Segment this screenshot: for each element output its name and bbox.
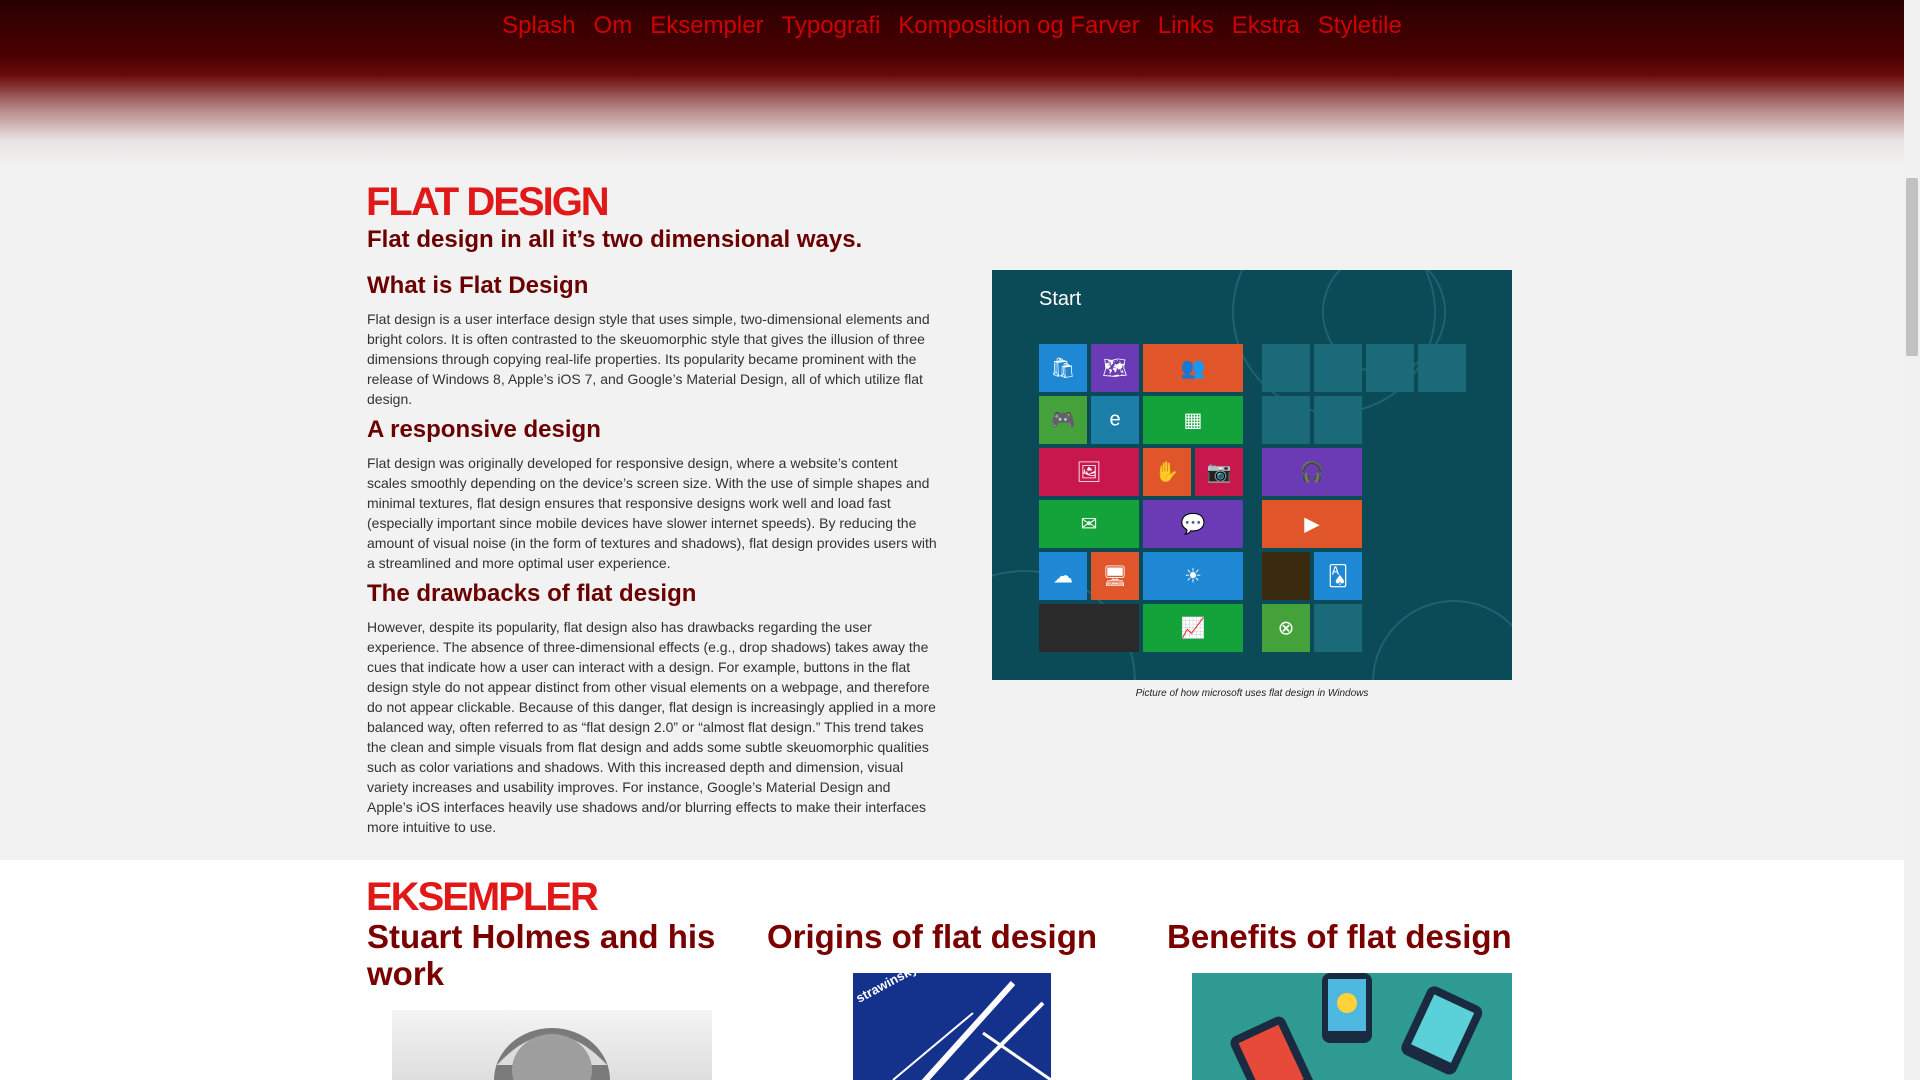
music-tile: 🎧: [1262, 448, 1362, 496]
decor-circle: [1372, 600, 1512, 680]
photos-tile: 🖼: [1039, 448, 1139, 496]
nav-link-splash[interactable]: Splash: [494, 12, 583, 40]
scrollbar-thumb[interactable]: [1906, 178, 1918, 356]
main-nav: Splash Om Eksempler Typografi Komposition og…: [0, 12, 1904, 40]
drawbacks-heading: The drawbacks of flat design: [367, 580, 697, 607]
solitaire-tile: 🂡: [1314, 552, 1362, 600]
people-tile: 👥: [1143, 344, 1243, 392]
vertical-scrollbar[interactable]: [1904, 0, 1920, 1080]
what-is-text: Flat design is a user interface design s…: [367, 311, 930, 407]
responsive-heading: A responsive design: [367, 416, 601, 443]
origins-poster[interactable]: strawinsky: [853, 973, 1051, 1080]
benefits-illustration[interactable]: [1192, 973, 1512, 1080]
skydrive-tile: ☁: [1039, 552, 1087, 600]
poster-text: strawinsky: [853, 973, 920, 1006]
store-tile: 🛍: [1039, 344, 1087, 392]
simpleftp-tile: [1314, 604, 1362, 652]
calendar-tile: ▦: [1143, 396, 1243, 444]
stuart-holmes-title[interactable]: Stuart Holmes and his work: [367, 918, 727, 992]
windows-start-screen-image: Start 🛍 🗺 👥 🎮 e ▦ 🖼 ✋ 📷 ✉ 💬 ☁ 🖥 ☀ 📈 🎧 ▶ …: [992, 270, 1512, 680]
weather-tile: ☀: [1143, 552, 1243, 600]
explorer-tile: [1418, 344, 1466, 392]
game-tile: [1262, 552, 1310, 600]
desktop-tile: [1039, 604, 1139, 652]
xbox-companion-tile: ⊗: [1262, 604, 1310, 652]
outlook-tile: [1262, 344, 1310, 392]
image-caption: Picture of how microsoft uses flat desig…: [1135, 688, 1369, 699]
nav-link-links[interactable]: Links: [1147, 12, 1222, 40]
stuart-holmes-photo[interactable]: [392, 1010, 712, 1080]
maps-tile: 🗺: [1091, 344, 1139, 392]
camera-tile: 📷: [1195, 448, 1243, 496]
finance-tile: 📈: [1143, 604, 1243, 652]
flat-design-subtitle: Flat design in all it’s two dimensional …: [367, 226, 863, 253]
nav-link-typografi[interactable]: Typografi: [771, 12, 889, 40]
eksempler-heading: EKSEMPLER: [366, 875, 599, 919]
nav-link-komposition[interactable]: Komposition og Farver: [888, 12, 1147, 40]
firefox-tile: [1366, 344, 1414, 392]
reader-tile: ✋: [1143, 448, 1191, 496]
nav-link-styletile[interactable]: Styletile: [1307, 12, 1410, 40]
benefits-title[interactable]: Benefits of flat design: [1167, 918, 1527, 955]
flat-design-heading: FLAT DESIGN: [366, 180, 610, 224]
nav-link-ekstra[interactable]: Ekstra: [1221, 12, 1308, 40]
what-is-heading: What is Flat Design: [367, 272, 589, 299]
video-tile: ▶: [1262, 500, 1362, 548]
flat-design-section: [0, 165, 1904, 860]
start-label: Start: [1039, 288, 1082, 310]
phones-illustration: [1230, 973, 1483, 1080]
origins-title[interactable]: Origins of flat design: [767, 918, 1127, 955]
photoshop-tile: [1262, 396, 1310, 444]
internet-explorer-tile: e: [1091, 396, 1139, 444]
drawbacks-text: However, despite its popularity, flat de…: [367, 619, 936, 835]
remote-desktop-tile: 🖥: [1091, 552, 1139, 600]
portrait-illustration: [494, 1028, 610, 1080]
vdp-tile: [1314, 396, 1362, 444]
messaging-tile: 💬: [1143, 500, 1243, 548]
mail-tile: ✉: [1039, 500, 1139, 548]
poster-illustration: strawinsky: [853, 973, 1051, 1080]
nav-link-eksempler[interactable]: Eksempler: [640, 12, 771, 40]
winamp-tile: [1314, 344, 1362, 392]
responsive-text: Flat design was originally developed for…: [367, 455, 937, 571]
xbox-games-tile: 🎮: [1039, 396, 1087, 444]
nav-link-om[interactable]: Om: [583, 12, 641, 40]
